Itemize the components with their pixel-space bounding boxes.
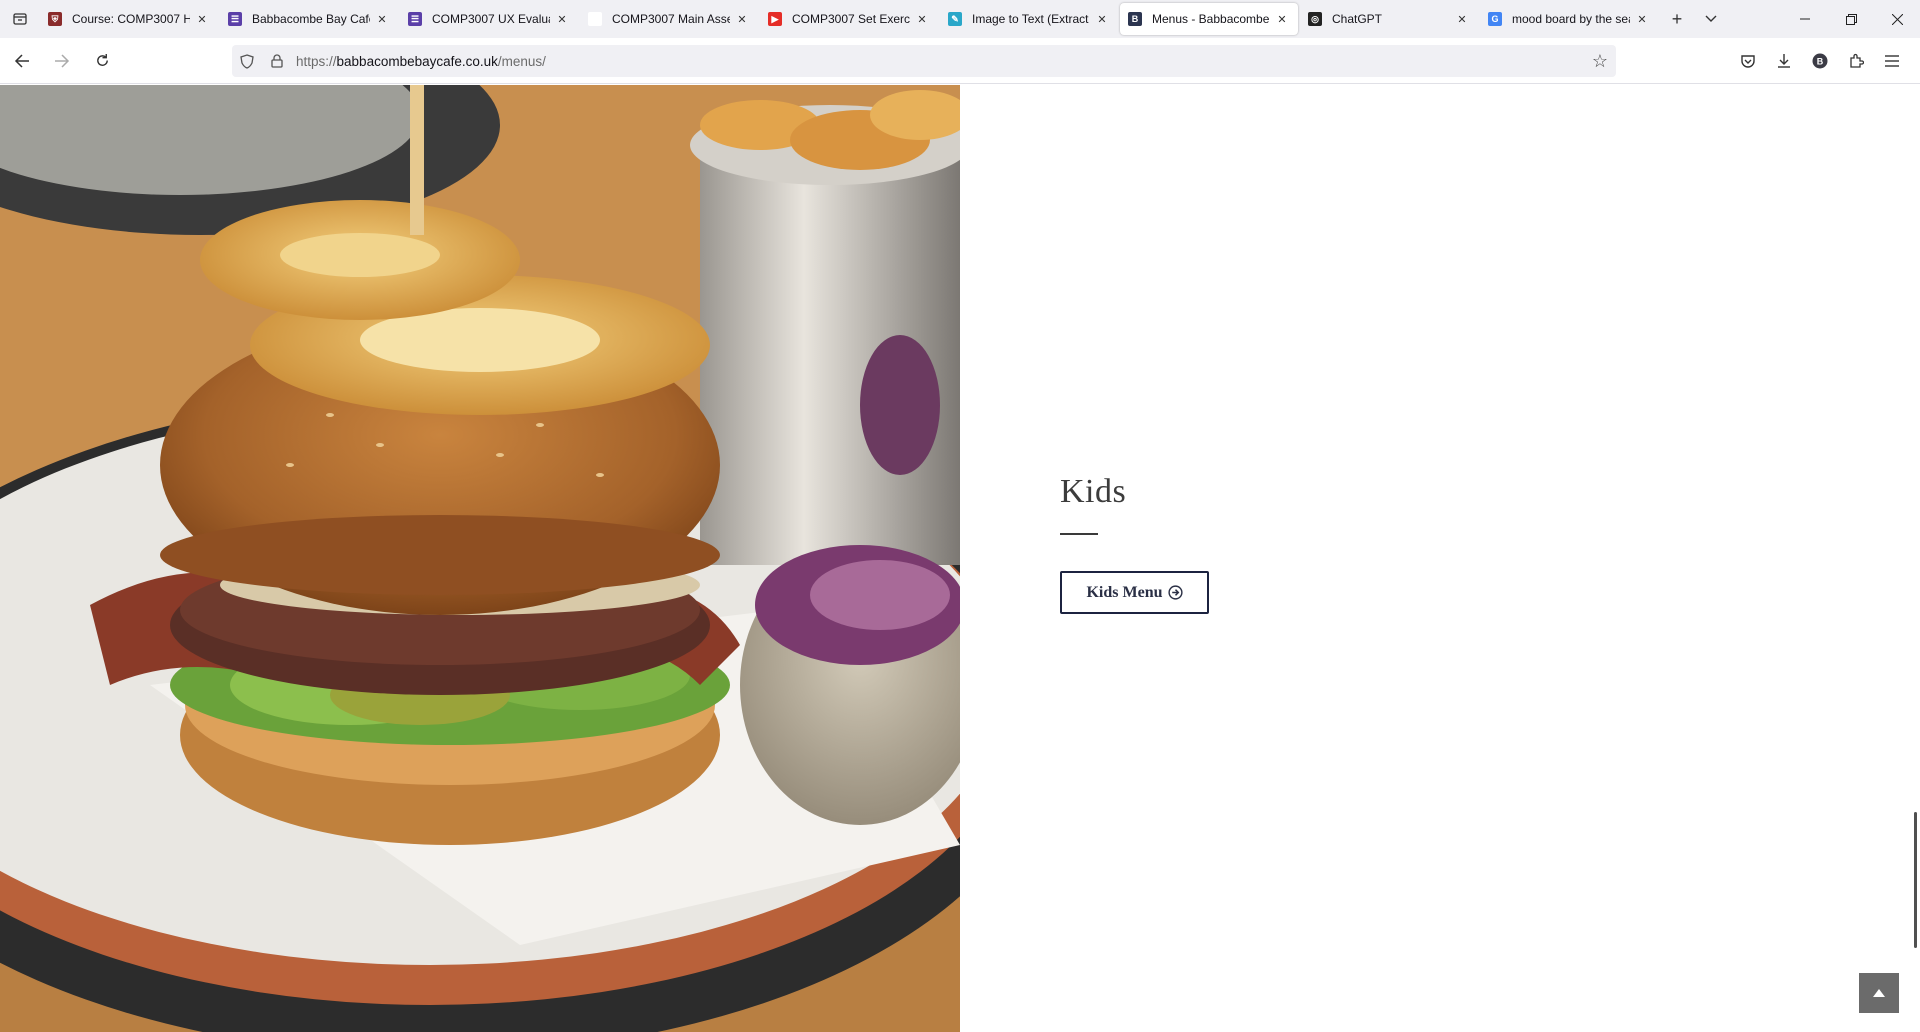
web-page-content: Kids Kids Menu (0, 85, 1920, 1032)
browser-tab[interactable]: ⛨ Course: COMP3007 HCI ✕ (40, 3, 218, 35)
caret-up-icon (1873, 989, 1885, 997)
navigation-toolbar: https://babbacombebaycafe.co.uk/menus/ ☆… (0, 38, 1920, 84)
tab-close-icon[interactable]: ✕ (734, 11, 750, 27)
kids-menu-section: Kids Kids Menu (1060, 473, 1209, 614)
tab-title: Menus - Babbacombe Bay (1152, 12, 1270, 26)
list-all-tabs-icon[interactable] (0, 0, 40, 38)
tab-favicon-icon: ☰ (228, 12, 242, 26)
svg-text:B: B (1817, 57, 1824, 67)
tab-favicon-icon: B (1128, 12, 1142, 26)
lock-icon[interactable] (262, 54, 292, 68)
browser-tab[interactable]: ▶ COMP3007 Set Exercise ✕ (760, 3, 938, 35)
close-window-icon[interactable] (1874, 0, 1920, 38)
tab-title: COMP3007 Main Assessment (612, 12, 730, 26)
minimize-icon[interactable] (1782, 0, 1828, 38)
bookmark-star-icon[interactable]: ☆ (1592, 51, 1608, 72)
tab-close-icon[interactable]: ✕ (1094, 11, 1110, 27)
tab-close-icon[interactable]: ✕ (1454, 11, 1470, 27)
browser-tab[interactable]: ☰ Babbacombe Bay Cafe ✕ (220, 3, 398, 35)
section-heading: Kids (1060, 473, 1127, 510)
tracking-protection-shield-icon[interactable] (232, 53, 262, 69)
reload-icon[interactable] (84, 45, 120, 77)
circle-arrow-right-icon (1167, 585, 1183, 600)
browser-tab[interactable]: B Menus - Babbacombe Bay ✕ (1120, 3, 1298, 35)
browser-tab[interactable]: COMP3007 Main Assessment ✕ (580, 3, 758, 35)
tab-close-icon[interactable]: ✕ (1274, 11, 1290, 27)
tab-favicon-icon: ☰ (408, 12, 422, 26)
back-icon[interactable] (4, 45, 40, 77)
pocket-icon[interactable] (1730, 45, 1766, 77)
browser-tab[interactable]: ☰ COMP3007 UX Evaluation ✕ (400, 3, 578, 35)
downloads-icon[interactable] (1766, 45, 1802, 77)
tab-title: COMP3007 UX Evaluation (432, 12, 550, 26)
tab-bar: ⛨ Course: COMP3007 HCI ✕ ☰ Babbacombe Bay Ca… (0, 0, 1920, 38)
new-tab-icon[interactable]: + (1660, 3, 1694, 35)
tab-favicon-icon: ◎ (1308, 12, 1322, 26)
browser-tab[interactable]: Gmood board by the sea ✕ (1480, 3, 1658, 35)
tab-title: mood board by the sea (1512, 12, 1630, 26)
forward-icon[interactable] (44, 45, 80, 77)
address-bar[interactable]: https://babbacombebaycafe.co.uk/menus/ ☆ (232, 45, 1616, 77)
page-scrollbar[interactable] (1914, 812, 1917, 948)
url-path: /menus/ (497, 53, 546, 69)
app-menu-hamburger-icon[interactable] (1874, 45, 1910, 77)
tab-favicon-icon: G (1488, 12, 1502, 26)
url-scheme: https:// (296, 53, 337, 69)
url-text[interactable]: https://babbacombebaycafe.co.uk/menus/ (296, 54, 546, 69)
extensions-icon[interactable] (1838, 45, 1874, 77)
tab-close-icon[interactable]: ✕ (1634, 11, 1650, 27)
tab-favicon-icon: ▶ (768, 12, 782, 26)
tab-title: Babbacombe Bay Cafe (252, 12, 370, 26)
tab-title: ChatGPT (1332, 12, 1383, 26)
browser-tab[interactable]: ✎ Image to Text (Extract Text ✕ (940, 3, 1118, 35)
restore-icon[interactable] (1828, 0, 1874, 38)
toolbar-right-icons: B (1730, 45, 1910, 77)
tab-overflow-chevron-icon[interactable] (1694, 3, 1728, 35)
tab-favicon-icon: ⛨ (48, 12, 62, 26)
window-controls (1782, 0, 1920, 38)
tab-close-icon[interactable]: ✕ (374, 11, 390, 27)
tab-close-icon[interactable]: ✕ (554, 11, 570, 27)
url-host: babbacombebaycafe.co.uk (336, 53, 498, 69)
heading-divider (1060, 533, 1098, 535)
tab-close-icon[interactable]: ✕ (914, 11, 930, 27)
account-avatar-icon[interactable]: B (1802, 45, 1838, 77)
scroll-to-top-button[interactable] (1859, 973, 1899, 1013)
kids-menu-button-label: Kids Menu (1086, 583, 1163, 601)
tab-favicon-icon: ✎ (948, 12, 962, 26)
tab-favicon-icon (588, 12, 602, 26)
tab-title: Image to Text (Extract Text (972, 12, 1090, 26)
burger-photo (0, 85, 960, 1032)
kids-menu-button[interactable]: Kids Menu (1060, 571, 1209, 614)
browser-tab[interactable]: ◎ ChatGPT ✕ (1300, 3, 1478, 35)
tab-title: Course: COMP3007 HCI (72, 12, 190, 26)
tab-close-icon[interactable]: ✕ (194, 11, 210, 27)
tab-title: COMP3007 Set Exercise (792, 12, 910, 26)
